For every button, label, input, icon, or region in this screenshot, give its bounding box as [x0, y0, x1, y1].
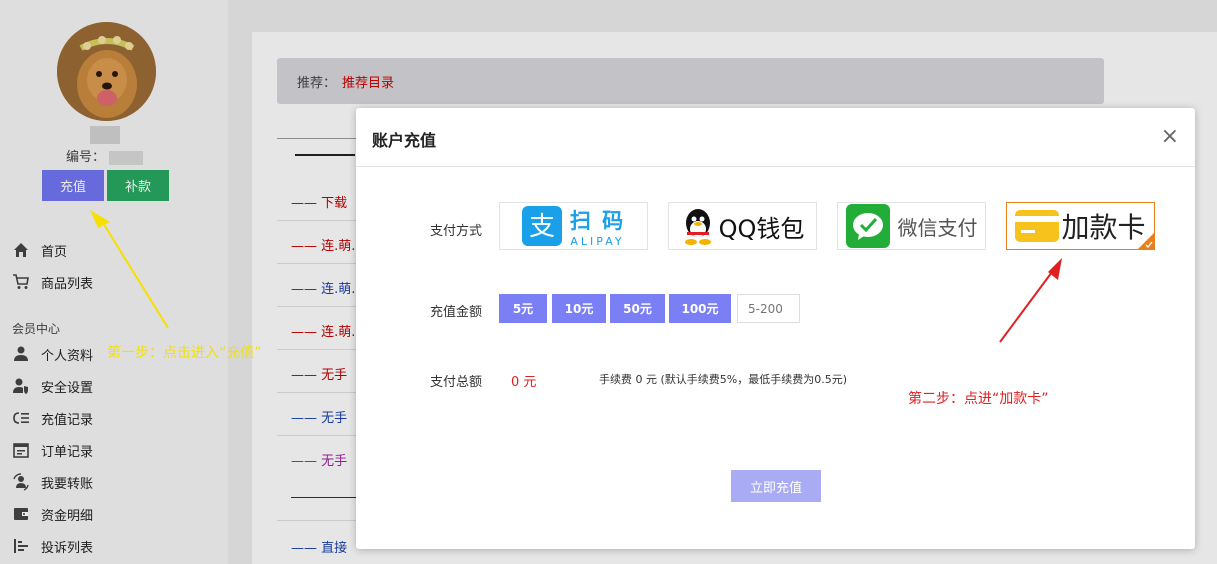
- step1-annotation: 第一步：点击进入“充值”: [107, 345, 262, 361]
- annotation-arrows: [90, 210, 1062, 343]
- yellow-arrow-icon: [90, 210, 169, 329]
- step2-annotation: 第二步：点进“加款卡”: [908, 391, 1049, 407]
- red-arrow-icon: [999, 258, 1062, 343]
